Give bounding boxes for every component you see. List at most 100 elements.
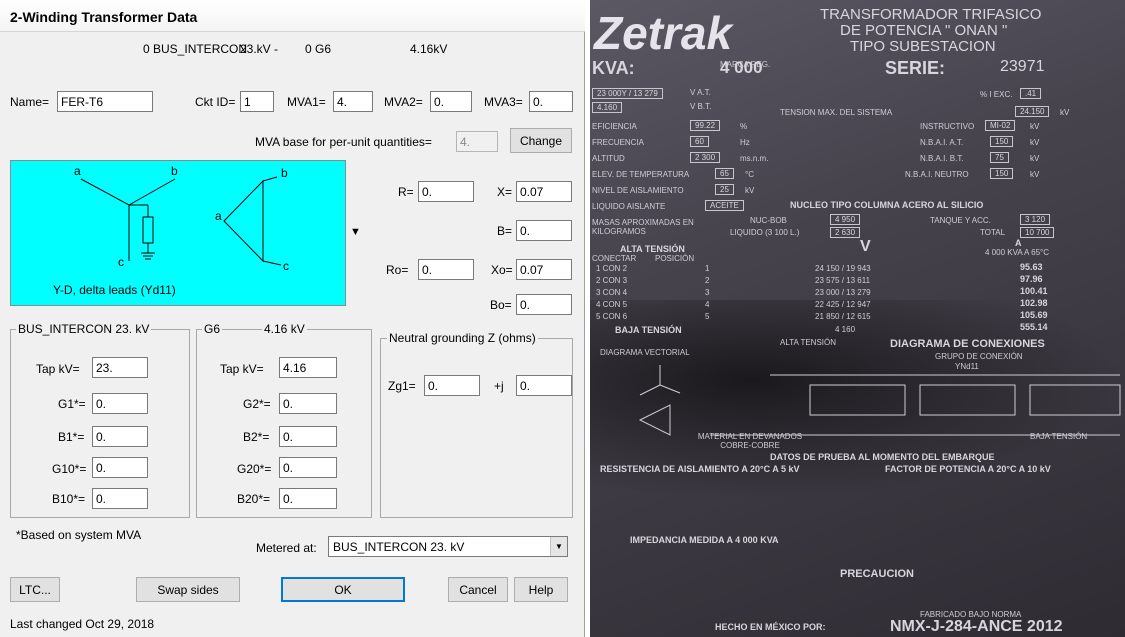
vbt-value: 4.160	[592, 102, 623, 113]
frecuencia-label: FRECUENCIA	[592, 138, 645, 147]
metered-label: Metered at:	[256, 541, 317, 555]
diagram-label-c1: c	[118, 255, 124, 269]
elev-label: ELEV. DE TEMPERATURA	[592, 170, 690, 179]
liquido-l-value: 2 630	[830, 227, 861, 238]
tap-row-4-con: 4 CON 5	[596, 300, 628, 309]
chevron-down-icon[interactable]: ▼	[550, 537, 567, 556]
altitud-unit: ms.n.m.	[740, 154, 769, 163]
photo-heading2: DE POTENCIA " ONAN "	[840, 22, 1008, 39]
bo-label: Bo=	[490, 298, 512, 312]
tension-unit: kV	[1060, 108, 1070, 117]
nucleo-text: NUCLEO TIPO COLUMNA ACERO AL SILICIO	[790, 200, 984, 210]
tap-row-5-v: 21 850 / 12 615	[815, 312, 871, 321]
group-neutral-title: Neutral grounding Z (ohms)	[387, 331, 538, 345]
resistencia-heading: RESISTENCIA DE AISLAMIENTO A 20°C A 5 kV	[600, 464, 800, 474]
b2-field[interactable]	[279, 426, 337, 447]
nameplate-photo: Zetrak MARCA REG. TRANSFORMADOR TRIFASIC…	[590, 0, 1125, 637]
brand-logo: Zetrak	[594, 7, 733, 59]
x-field[interactable]	[516, 181, 572, 202]
g2-field[interactable]	[279, 393, 337, 414]
norma-label: NMX-J-284-ANCE 2012	[890, 618, 1063, 635]
tap-row-3-v: 23 000 / 13 279	[815, 288, 871, 297]
xo-field[interactable]	[516, 259, 572, 280]
header-bus1: 0 BUS_INTERCON	[143, 42, 248, 56]
b1-field[interactable]	[92, 426, 148, 447]
ckt-id-field[interactable]	[240, 91, 274, 112]
photo-heading3: TIPO SUBESTACION	[850, 38, 996, 55]
change-button[interactable]: Change	[510, 128, 572, 153]
zg1-real-field[interactable]	[424, 375, 480, 396]
tap-row-4-pos: 4	[705, 300, 710, 309]
g20-field[interactable]	[279, 457, 337, 478]
zg1-imag-field[interactable]	[516, 375, 572, 396]
diagram-dropdown-icon[interactable]: ▼	[350, 226, 361, 238]
altitud-value: 2 300	[690, 152, 721, 163]
mva2-field[interactable]	[430, 91, 472, 112]
tap-row-4-a: 102.98	[1020, 298, 1048, 308]
mva1-field[interactable]	[333, 91, 373, 112]
ok-button[interactable]: OK	[281, 577, 405, 602]
tap-row-2-a: 97.96	[1020, 274, 1043, 284]
eficiencia-value: 99.22	[690, 120, 721, 131]
g10-label: G10*=	[52, 462, 87, 476]
mva3-field[interactable]	[529, 91, 573, 112]
tap-row-1-a: 95.63	[1020, 262, 1043, 272]
tap-kv1-field[interactable]	[92, 357, 148, 378]
b10-field[interactable]	[92, 488, 148, 509]
b2-label: B2*=	[243, 430, 270, 444]
datos-prueba-heading: DATOS DE PRUEBA AL MOMENTO DEL EMBARQUE	[770, 452, 995, 462]
frecuencia-value: 60	[690, 136, 709, 147]
col-a-sub: 4 000 KVA A 65°C	[985, 248, 1049, 257]
b-field[interactable]	[516, 220, 572, 241]
nivel-value: 25	[715, 184, 734, 195]
b20-label: B20*=	[237, 492, 271, 506]
liquido-l-label: LIQUIDO (3 100 L.)	[730, 228, 800, 237]
bo-field[interactable]	[516, 294, 572, 315]
tap-row-1-v: 24 150 / 19 943	[815, 264, 871, 273]
nucbob-label: NUC-BOB	[750, 216, 787, 225]
elev-value: 65	[715, 168, 734, 179]
vat-value: 23 000Y / 13 279	[592, 88, 663, 99]
b20-field[interactable]	[279, 488, 337, 509]
winding-diagram[interactable]: a b c a b c Y-D, delta leads (Yd11)	[10, 160, 346, 306]
help-button[interactable]: Help	[514, 577, 568, 602]
zg1-label: Zg1=	[388, 379, 416, 393]
diagram-label-b1: b	[171, 164, 178, 178]
header-bus2-kv: 4.16kV	[410, 42, 448, 56]
name-field[interactable]	[57, 91, 153, 112]
diagram-label-a2: a	[215, 209, 222, 223]
g2-label: G2*=	[243, 397, 271, 411]
baja-v: 4 160	[835, 325, 856, 334]
tap-row-4-v: 22 425 / 12 947	[815, 300, 871, 309]
footnote: *Based on system MVA	[16, 528, 142, 542]
ro-field[interactable]	[418, 259, 474, 280]
factor-heading: FACTOR DE POTENCIA A 20°C A 10 kV	[885, 464, 1051, 474]
cancel-button[interactable]: Cancel	[448, 577, 508, 602]
frecuencia-unit: Hz	[740, 138, 750, 147]
vat-label: V A.T.	[690, 88, 711, 97]
nivel-label: NIVEL DE AISLAMIENTO	[592, 186, 684, 195]
tanque-label: TANQUE Y ACC.	[930, 216, 991, 225]
g10-field[interactable]	[92, 457, 148, 478]
title-bar[interactable]: 2-Winding Transformer Data	[0, 0, 585, 32]
g1-field[interactable]	[92, 393, 148, 414]
kva-value: 4 000	[720, 58, 763, 77]
tap-row-2-v: 23 575 / 13 611	[815, 276, 871, 285]
ltc-button[interactable]: LTC...	[10, 577, 60, 602]
elev-unit: °C	[745, 170, 754, 179]
tap-kv2-field[interactable]	[279, 357, 337, 378]
ckt-id-label: Ckt ID=	[195, 95, 236, 109]
connection-diagram-icon	[638, 365, 1121, 436]
diagram-label-a1: a	[74, 164, 81, 178]
ro-label: Ro=	[386, 263, 409, 277]
mva-base-label: MVA base for per-unit quantities=	[255, 135, 432, 149]
conectar-label: CONECTAR	[592, 254, 637, 263]
transformer-dialog: 2-Winding Transformer Data 0 BUS_INTERCO…	[0, 0, 585, 637]
r-field[interactable]	[418, 181, 474, 202]
masas-label: MASAS APROXIMADAS EN KILOGRAMOS	[592, 218, 694, 236]
swap-sides-button[interactable]: Swap sides	[136, 577, 240, 602]
b1-label: B1*=	[58, 430, 85, 444]
name-label: Name=	[10, 95, 50, 109]
metered-select[interactable]: BUS_INTERCON 23. kV ▼	[328, 536, 568, 557]
impedancia-heading: IMPEDANCIA MEDIDA A 4 000 KVA	[630, 535, 779, 545]
